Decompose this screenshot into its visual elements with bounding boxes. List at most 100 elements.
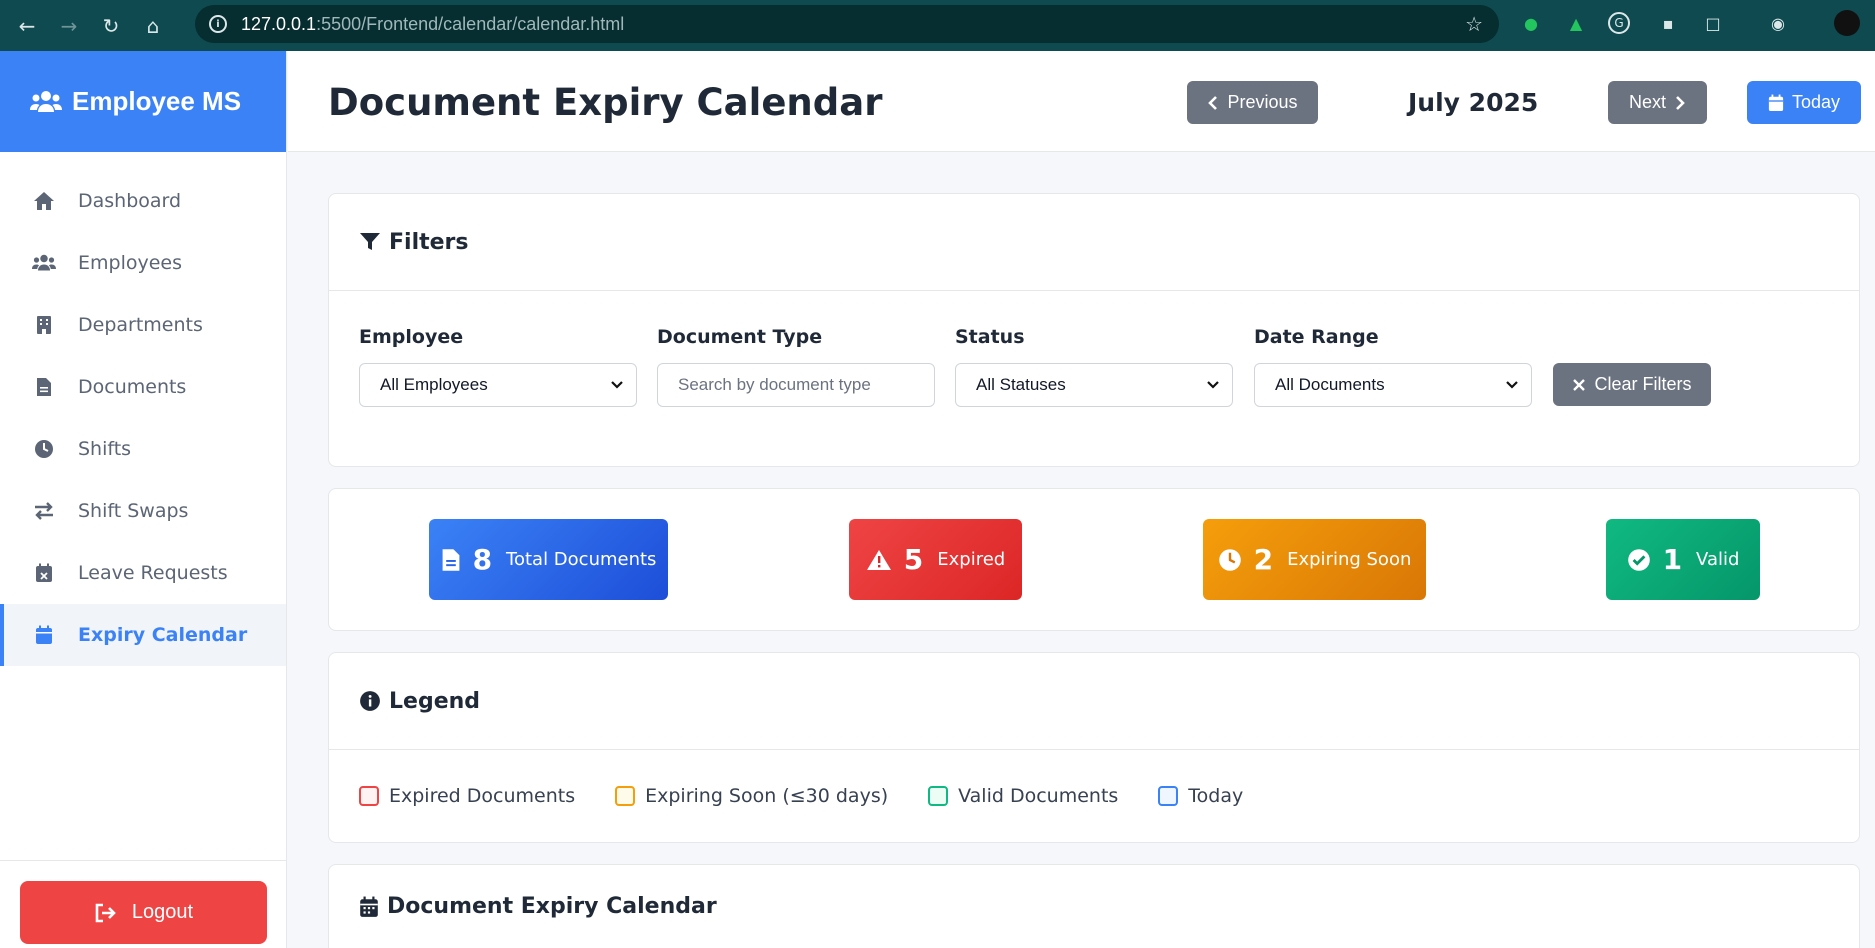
sidebar-item-documents[interactable]: Documents [0,356,286,418]
sidebar-item-label: Expiry Calendar [78,624,248,646]
logout-icon [95,903,116,922]
legend-swatch [1158,786,1179,806]
legend-item-expiring-soon: Expiring Soon (≤30 days) [615,785,888,807]
sidebar-item-shifts[interactable]: Shifts [0,418,286,480]
grammar-extension-icon[interactable]: G [1608,12,1630,34]
employee-filter-label: Employee [359,326,464,348]
sidebar-item-shift-swaps[interactable]: Shift Swaps [0,480,286,542]
extensions-puzzle-icon[interactable]: □ [1700,10,1726,36]
today-button[interactable]: Today [1747,81,1861,124]
reload-icon[interactable]: ↻ [96,11,126,41]
filter-icon [360,233,380,250]
site-info-icon[interactable]: i [209,15,227,33]
brand[interactable]: Employee MS [0,51,286,152]
forward-icon[interactable]: → [54,11,84,41]
calendar-title: Document Expiry Calendar [387,894,717,919]
legend-title: Legend [389,688,481,714]
page-title: Document Expiry Calendar [328,81,883,124]
chevron-down-icon [1207,381,1219,389]
warning-icon [866,549,891,570]
today-label: Today [1791,92,1841,112]
url-host: 127.0.0.1 [241,13,317,34]
filters-title: Filters [389,229,469,255]
swap-icon [30,502,58,520]
screen-capture-icon[interactable]: ◉ [1765,10,1791,36]
legend-item-today: Today [1158,785,1243,807]
sidebar-menu: Dashboard Employees Departments Document… [0,170,286,666]
stat-expired: 5 Expired [849,519,1022,600]
sidebar-item-departments[interactable]: Departments [0,294,286,356]
sidebar-item-expiry-calendar[interactable]: Expiry Calendar [0,604,286,666]
sidebar-item-label: Documents [78,376,187,398]
file-icon [30,377,58,397]
chevron-left-icon [1208,95,1218,110]
back-icon[interactable]: ← [12,11,42,41]
url-text[interactable]: 127.0.0.1:5500/Frontend/calendar/calenda… [241,14,624,35]
address-bar[interactable]: i 127.0.0.1:5500/Frontend/calendar/calen… [195,5,1499,43]
document-type-label: Document Type [657,326,823,348]
stat-value: 2 [1253,543,1274,576]
document-type-input[interactable]: Search by document type [657,363,935,407]
stat-label: Valid [1696,549,1740,570]
employee-select[interactable]: All Employees [359,363,637,407]
sidebar-item-dashboard[interactable]: Dashboard [0,170,286,232]
status-select[interactable]: All Statuses [955,363,1233,407]
sidebar-item-label: Shift Swaps [78,500,189,522]
date-range-select[interactable]: All Documents [1254,363,1532,407]
info-icon [360,691,380,711]
profile-avatar[interactable] [1834,10,1860,36]
home-icon [30,191,58,211]
legend-item-expired: Expired Documents [359,785,575,807]
sidebar-footer: Logout [0,860,287,948]
legend-item-valid: Valid Documents [928,785,1118,807]
clear-filters-label: Clear Filters [1594,374,1692,394]
sidebar-item-leave-requests[interactable]: Leave Requests [0,542,286,604]
users-icon [30,90,62,112]
legend-swatch [615,786,636,806]
legend-header: Legend [329,653,1859,750]
stat-valid: 1 Valid [1606,519,1760,600]
check-circle-icon [1627,548,1650,571]
extension-icon[interactable]: ● [1518,10,1544,36]
calendar-card: Document Expiry Calendar [328,864,1860,948]
building-icon [30,315,58,335]
logout-label: Logout [131,901,194,923]
document-type-placeholder: Search by document type [678,375,871,394]
previous-button[interactable]: Previous [1187,81,1318,124]
clock-icon [30,439,58,459]
bookmark-star-icon[interactable]: ☆ [1465,12,1483,36]
filters-body: Employee All Employees Document Type Sea… [329,291,1859,467]
legend-label: Expired Documents [389,785,576,807]
sidebar-item-label: Dashboard [78,190,182,212]
next-button[interactable]: Next [1608,81,1707,124]
home-icon[interactable]: ⌂ [138,11,168,41]
calendar-header: Document Expiry Calendar [329,865,1859,948]
stat-label: Expiring Soon [1287,549,1412,570]
extension-icon-2[interactable]: ▪ [1655,10,1681,36]
users-icon [30,254,58,272]
shield-extension-icon[interactable]: ▲ [1563,10,1589,36]
stat-value: 1 [1662,543,1683,576]
chevron-down-icon [611,381,623,389]
stat-value: 5 [903,543,924,576]
url-path: :5500/Frontend/calendar/calendar.html [316,13,625,34]
clock-icon [1218,548,1241,571]
legend-label: Expiring Soon (≤30 days) [645,785,889,807]
calendar-icon [1768,94,1784,111]
sidebar-item-employees[interactable]: Employees [0,232,286,294]
status-select-value: All Statuses [976,375,1066,394]
next-label: Next [1628,92,1666,112]
legend-label: Valid Documents [958,785,1119,807]
sidebar-item-label: Shifts [78,438,132,460]
brand-title: Employee MS [72,86,242,116]
clear-filters-button[interactable]: Clear Filters [1553,363,1711,406]
calendar-x-icon [30,563,58,583]
close-icon [1573,378,1586,391]
sidebar: Employee MS Dashboard Employees Departme… [0,51,287,948]
logout-button[interactable]: Logout [20,881,267,944]
date-range-select-value: All Documents [1275,375,1385,394]
stat-expiring-soon: 2 Expiring Soon [1203,519,1426,600]
current-month: July 2025 [1408,88,1539,117]
legend-swatch [928,786,949,806]
stat-label: Total Documents [506,549,657,570]
